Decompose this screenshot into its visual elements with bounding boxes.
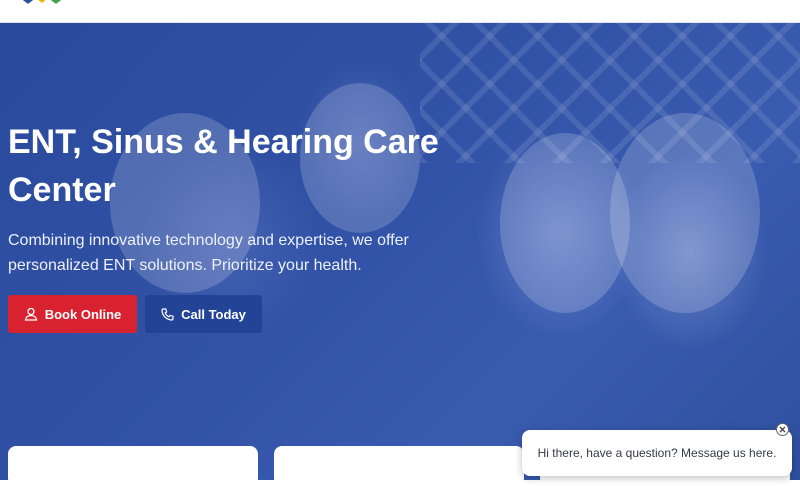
hero-title: ENT, Sinus & Hearing Care Center xyxy=(8,123,439,209)
info-card[interactable] xyxy=(274,446,524,486)
info-card[interactable] xyxy=(8,446,258,486)
phone-icon xyxy=(161,307,174,321)
logo[interactable] xyxy=(18,0,70,4)
call-today-button[interactable]: Call Today xyxy=(145,295,262,333)
chat-prompt[interactable]: Hi there, have a question? Message us he… xyxy=(522,430,792,476)
hero-background-photo xyxy=(610,113,760,313)
hero-subtitle: Combining innovative technology and expe… xyxy=(8,232,409,274)
chat-message: Hi there, have a question? Message us he… xyxy=(537,446,777,460)
book-online-label: Book Online xyxy=(44,306,122,322)
site-header xyxy=(0,0,800,23)
book-online-button[interactable]: Book Online xyxy=(8,295,137,333)
close-icon[interactable] xyxy=(776,423,789,436)
user-icon xyxy=(24,307,38,321)
call-today-label: Call Today xyxy=(181,306,246,322)
